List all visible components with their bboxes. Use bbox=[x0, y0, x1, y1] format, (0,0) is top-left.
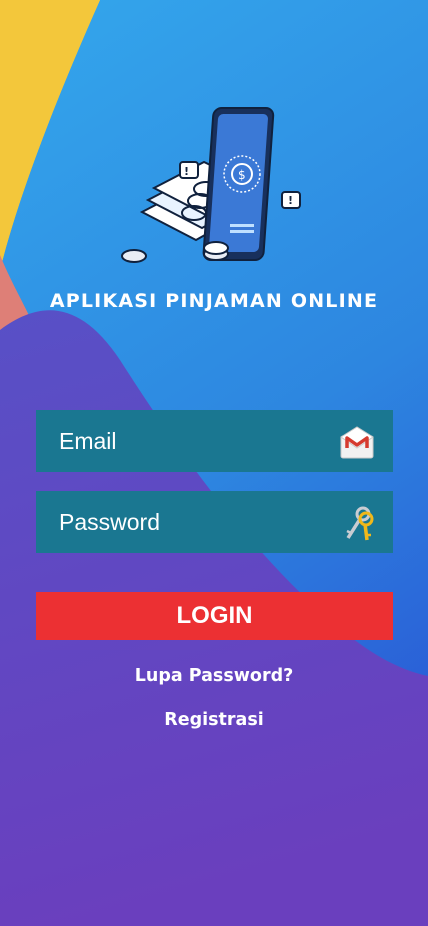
email-input[interactable] bbox=[36, 410, 336, 472]
svg-text:$: $ bbox=[238, 168, 246, 182]
logo-illustration: $ ! ! bbox=[121, 107, 301, 263]
login-button[interactable]: LOGIN bbox=[36, 592, 393, 640]
password-input[interactable] bbox=[36, 491, 336, 553]
svg-text:!: ! bbox=[288, 194, 293, 207]
forgot-password-link[interactable]: Lupa Password? bbox=[0, 666, 428, 686]
app-title: APLIKASI PINJAMAN ONLINE bbox=[49, 290, 379, 312]
email-field[interactable] bbox=[36, 410, 393, 472]
password-field[interactable] bbox=[36, 491, 393, 553]
keys-icon bbox=[346, 506, 374, 541]
register-link[interactable]: Registrasi bbox=[0, 710, 428, 730]
svg-text:!: ! bbox=[184, 165, 189, 178]
gmail-envelope-icon bbox=[340, 426, 374, 459]
